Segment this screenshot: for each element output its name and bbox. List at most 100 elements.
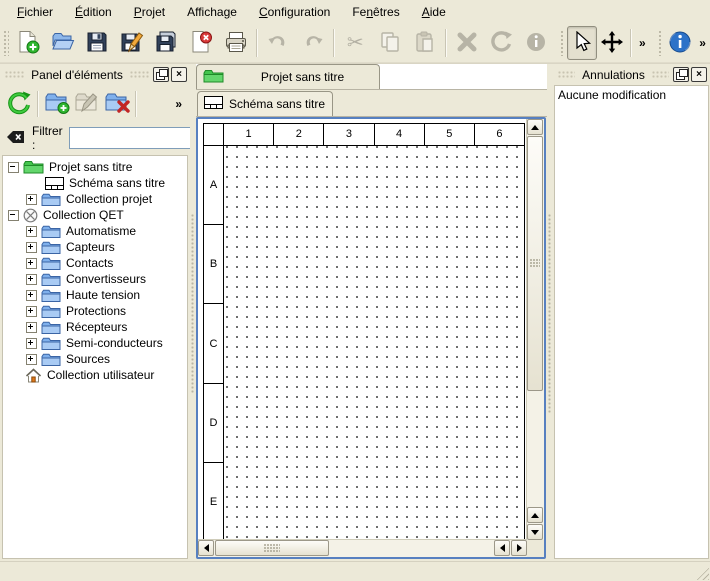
filter-label: Filtrer : (32, 124, 63, 152)
expand-expander-icon[interactable] (26, 322, 37, 333)
menu-fenetres[interactable]: Fenêtres (341, 2, 410, 22)
information-button-disabled[interactable] (519, 26, 554, 60)
open-project-button[interactable] (45, 26, 80, 60)
vertical-scrollbar[interactable] (526, 119, 544, 540)
scroll-left-button[interactable] (198, 540, 214, 556)
undo-empty-message: Aucune modification (558, 88, 705, 102)
expand-expander-icon[interactable] (26, 258, 37, 269)
expand-expander-icon[interactable] (26, 338, 37, 349)
toolbar-overflow-button[interactable]: » (695, 36, 710, 50)
close-panel-button[interactable]: × (691, 67, 707, 82)
delete-category-button[interactable] (102, 89, 132, 119)
tree-item-collection-qet[interactable]: Collection QET (3, 207, 187, 223)
expand-expander-icon[interactable] (26, 226, 37, 237)
rotate-button-disabled[interactable] (484, 26, 519, 60)
folder-icon (41, 289, 61, 302)
project-folder-icon (23, 160, 44, 174)
tree-item-sources[interactable]: Sources (3, 351, 187, 367)
move-tool-button[interactable] (597, 26, 627, 60)
horizontal-scroll-thumb[interactable] (215, 540, 329, 556)
menu-projet[interactable]: Projet (123, 2, 176, 22)
tree-item-collection-projet[interactable]: Collection projet (3, 191, 187, 207)
copy-button-disabled[interactable] (373, 26, 408, 60)
tree-item-contacts[interactable]: Contacts (3, 255, 187, 271)
toolbar-drag-handle[interactable] (3, 30, 9, 56)
menu-fichier[interactable]: Fichier (6, 2, 64, 22)
expand-expander-icon[interactable] (26, 274, 37, 285)
toolbar-drag-handle[interactable] (658, 30, 664, 56)
undo-history-list[interactable]: Aucune modification (554, 85, 709, 559)
tree-item-automatisme[interactable]: Automatisme (3, 223, 187, 239)
panel-toolbar-overflow-button[interactable]: » (171, 97, 186, 111)
undo-button-disabled[interactable] (261, 26, 296, 60)
expand-expander-icon[interactable] (26, 290, 37, 301)
scroll-left-icon (500, 544, 505, 552)
scroll-up-button-bottom[interactable] (527, 507, 543, 523)
delete-x-icon (456, 31, 478, 56)
tree-item-projet-sans-titre[interactable]: Projet sans titre (3, 159, 187, 175)
tree-item-collection-utilisateur[interactable]: Collection utilisateur (3, 367, 187, 383)
tree-item-capteurs[interactable]: Capteurs (3, 239, 187, 255)
scroll-right-button[interactable] (511, 540, 527, 556)
column-header: 2 (274, 124, 324, 145)
expand-expander-icon[interactable] (26, 354, 37, 365)
menu-aide[interactable]: Aide (411, 2, 457, 22)
expand-expander-icon[interactable] (26, 306, 37, 317)
edit-category-button-disabled[interactable] (72, 89, 102, 119)
elements-panel-titlebar[interactable]: Panel d'éléments × (0, 64, 190, 84)
tree-item-recepteurs[interactable]: Récepteurs (3, 319, 187, 335)
scroll-down-button[interactable] (527, 524, 543, 540)
thumb-grip-icon (264, 544, 280, 552)
tab-schema-sans-titre[interactable]: Schéma sans titre (197, 91, 333, 116)
toolbar-overflow-button[interactable]: » (635, 36, 650, 50)
right-splitter[interactable] (547, 64, 553, 561)
main-toolbar: ✂ (0, 24, 710, 63)
paste-button-disabled[interactable] (407, 26, 442, 60)
menu-edition[interactable]: Édition (64, 2, 123, 22)
new-category-button[interactable] (42, 89, 72, 119)
save-all-button[interactable] (149, 26, 184, 60)
tree-item-haute-tension[interactable]: Haute tension (3, 287, 187, 303)
tree-item-convertisseurs[interactable]: Convertisseurs (3, 271, 187, 287)
menu-affichage[interactable]: Affichage (176, 2, 248, 22)
redo-button-disabled[interactable] (295, 26, 330, 60)
new-document-icon (16, 30, 40, 57)
print-button[interactable] (218, 26, 253, 60)
expand-expander-icon[interactable] (26, 242, 37, 253)
float-panel-button[interactable] (153, 67, 169, 82)
clear-filter-icon[interactable] (6, 129, 26, 148)
select-tool-button-active[interactable] (567, 26, 597, 60)
float-panel-button[interactable] (673, 67, 689, 82)
toolbar-drag-handle[interactable] (560, 30, 566, 56)
tree-item-protections[interactable]: Protections (3, 303, 187, 319)
save-as-button[interactable] (114, 26, 149, 60)
tab-projet-sans-titre[interactable]: Projet sans titre (196, 64, 380, 89)
diagram-viewport[interactable]: 1 2 3 4 5 6 A B C D E (196, 117, 546, 559)
column-header: 5 (425, 124, 475, 145)
close-panel-button[interactable]: × (171, 67, 187, 82)
collapse-expander-icon[interactable] (8, 210, 19, 221)
scroll-up-button[interactable] (527, 119, 543, 135)
tree-item-semi-conducteurs[interactable]: Semi-conducteurs (3, 335, 187, 351)
save-button[interactable] (80, 26, 115, 60)
folder-icon (41, 193, 61, 206)
new-document-button[interactable] (11, 26, 46, 60)
menu-configuration[interactable]: Configuration (248, 2, 341, 22)
scroll-left-button-right[interactable] (494, 540, 510, 556)
vertical-scroll-thumb[interactable] (527, 136, 543, 391)
close-document-button[interactable] (184, 26, 219, 60)
element-information-button[interactable] (665, 26, 695, 60)
diagram-canvas[interactable]: 1 2 3 4 5 6 A B C D E (198, 119, 527, 540)
horizontal-scrollbar[interactable] (198, 539, 527, 557)
undo-panel-titlebar[interactable]: Annulations × (553, 64, 710, 84)
splitter-grip-icon (191, 214, 195, 394)
column-header: 4 (375, 124, 425, 145)
cut-button-disabled[interactable]: ✂ (338, 26, 373, 60)
delete-button-disabled[interactable] (450, 26, 485, 60)
collapse-expander-icon[interactable] (8, 162, 19, 173)
dock-texture (130, 71, 149, 78)
reload-collections-button[interactable] (4, 89, 34, 119)
resize-grip[interactable] (695, 566, 709, 580)
expand-expander-icon[interactable] (26, 194, 37, 205)
tree-item-schema-sans-titre[interactable]: Schéma sans titre (3, 175, 187, 191)
